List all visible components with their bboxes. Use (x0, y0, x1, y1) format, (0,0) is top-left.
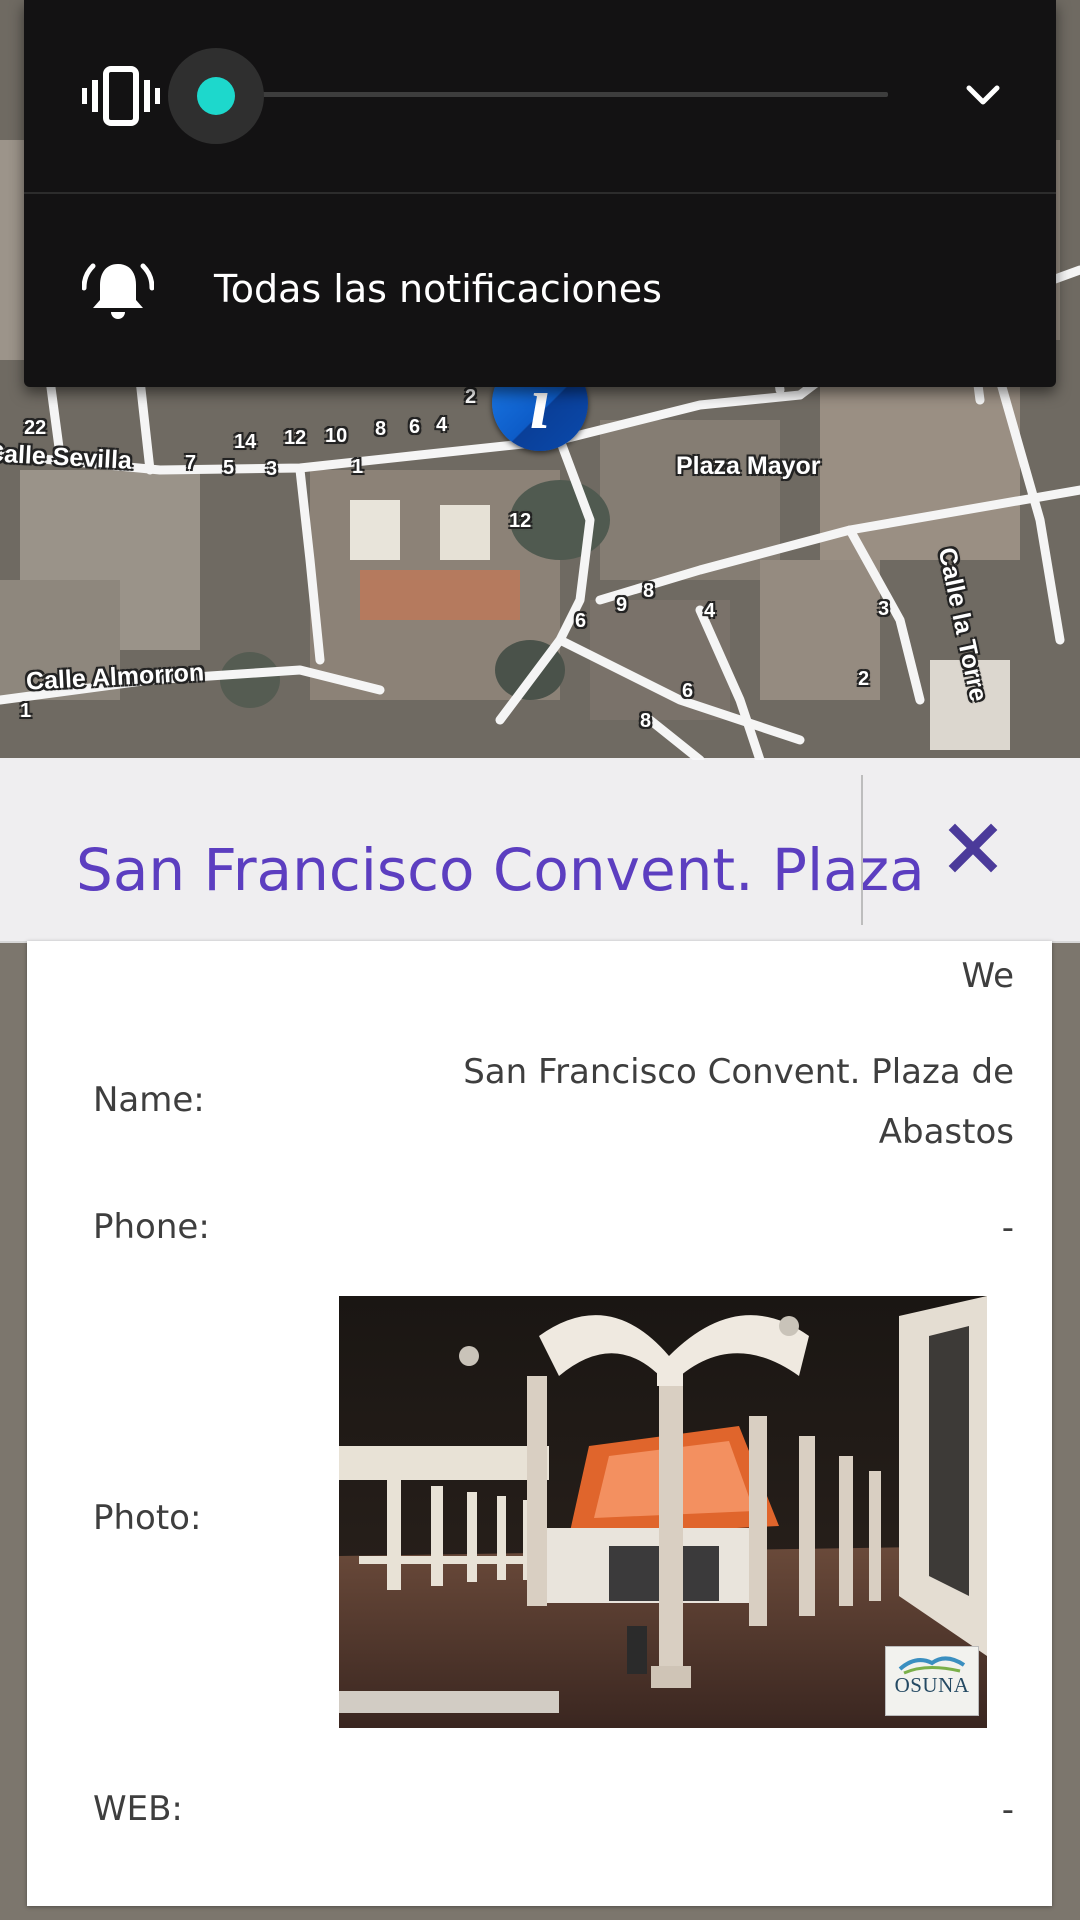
place-title: San Francisco Convent. Plaza (76, 836, 925, 904)
street-number: 7 (185, 452, 197, 474)
volume-panel: Todas las notificaciones (24, 0, 1056, 387)
notification-mode-label[interactable]: Todas las notificaciones (214, 267, 662, 311)
web-label: WEB: (93, 1789, 183, 1829)
street-number: 10 (325, 425, 348, 447)
divider (24, 192, 1056, 194)
bell-ringing-icon (81, 258, 155, 326)
street-number: 6 (409, 416, 421, 438)
street-number: 12 (509, 510, 532, 532)
street-number: 4 (704, 600, 716, 622)
street-number: 12 (284, 427, 307, 449)
street-number: 8 (375, 418, 387, 440)
street-number: 6 (682, 680, 694, 702)
partial-row-value: We (961, 956, 1014, 996)
name-value-line: Abastos (878, 1112, 1014, 1152)
volume-slider-track[interactable] (214, 92, 888, 97)
street-number: 14 (234, 431, 257, 453)
street-label: Plaza Mayor (676, 452, 821, 480)
chevron-down-icon[interactable] (948, 66, 1018, 126)
name-value: San Francisco Convent. Plaza de Abastos (463, 1042, 1014, 1162)
street-number: 8 (643, 580, 655, 602)
street-number: 4 (436, 414, 448, 436)
phone-label: Phone: (93, 1207, 210, 1247)
divider (861, 775, 863, 925)
street-number: 8 (640, 710, 652, 732)
vibrate-icon[interactable] (82, 66, 160, 126)
street-number: 3 (266, 458, 278, 480)
osuna-logo: OSUNA (885, 1646, 979, 1716)
volume-slider-thumb[interactable] (197, 77, 235, 115)
name-label: Name: (93, 1080, 205, 1120)
street-number: 3 (878, 598, 890, 620)
web-value: - (1001, 1790, 1014, 1830)
street-number: 1 (20, 700, 32, 722)
name-value-line: San Francisco Convent. Plaza de (463, 1052, 1014, 1092)
street-number: 2 (465, 386, 477, 408)
phone-value: - (1001, 1208, 1014, 1248)
street-number: 9 (616, 594, 628, 616)
osuna-logo-text: OSUNA (894, 1673, 970, 1697)
photo-label: Photo: (93, 1498, 202, 1538)
street-number: 22 (24, 417, 47, 439)
street-number: 2 (858, 668, 870, 690)
street-number: 5 (223, 457, 235, 479)
street-number: 6 (575, 610, 587, 632)
close-icon[interactable] (945, 820, 1001, 876)
street-number: 1 (352, 456, 364, 478)
